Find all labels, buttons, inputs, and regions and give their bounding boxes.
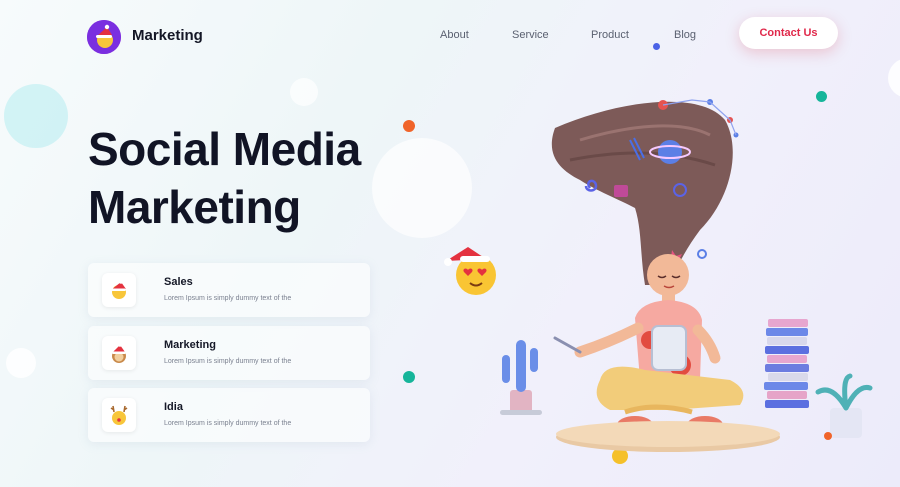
nav-link-about[interactable]: About bbox=[440, 29, 469, 41]
nav-link-blog[interactable]: Blog bbox=[674, 29, 696, 41]
hero-title-line1: Social Media bbox=[88, 123, 361, 175]
monkey-santa-emoji-icon bbox=[102, 336, 136, 370]
card-title: Sales bbox=[164, 276, 193, 288]
background-circle bbox=[290, 78, 318, 106]
background-circle bbox=[4, 84, 68, 148]
card-title: Marketing bbox=[164, 339, 216, 351]
nav-link-service[interactable]: Service bbox=[512, 29, 549, 41]
hero-illustration bbox=[430, 80, 900, 470]
card-description: Lorem Ipsum is simply dummy text of the bbox=[164, 295, 292, 302]
reindeer-emoji-icon bbox=[102, 398, 136, 432]
feature-card-marketing[interactable]: Marketing Lorem Ipsum is simply dummy te… bbox=[88, 326, 370, 380]
card-title: Idia bbox=[164, 401, 183, 413]
feature-card-sales[interactable]: Sales Lorem Ipsum is simply dummy text o… bbox=[88, 263, 370, 317]
teal-dot bbox=[403, 371, 415, 383]
logo-icon[interactable] bbox=[87, 20, 121, 54]
feature-card-idia[interactable]: Idia Lorem Ipsum is simply dummy text of… bbox=[88, 388, 370, 442]
brand-name[interactable]: Marketing bbox=[132, 27, 203, 44]
contact-us-button[interactable]: Contact Us bbox=[739, 17, 838, 49]
hero-title: Social Media Marketing bbox=[88, 120, 418, 236]
nav-link-product[interactable]: Product bbox=[591, 29, 629, 41]
background-circle bbox=[6, 348, 36, 378]
hero-title-line2: Marketing bbox=[88, 181, 301, 233]
card-description: Lorem Ipsum is simply dummy text of the bbox=[164, 358, 292, 365]
santa-emoji-icon bbox=[102, 273, 136, 307]
card-description: Lorem Ipsum is simply dummy text of the bbox=[164, 420, 292, 427]
navbar: Marketing About Service Product Blog Con… bbox=[0, 0, 900, 70]
